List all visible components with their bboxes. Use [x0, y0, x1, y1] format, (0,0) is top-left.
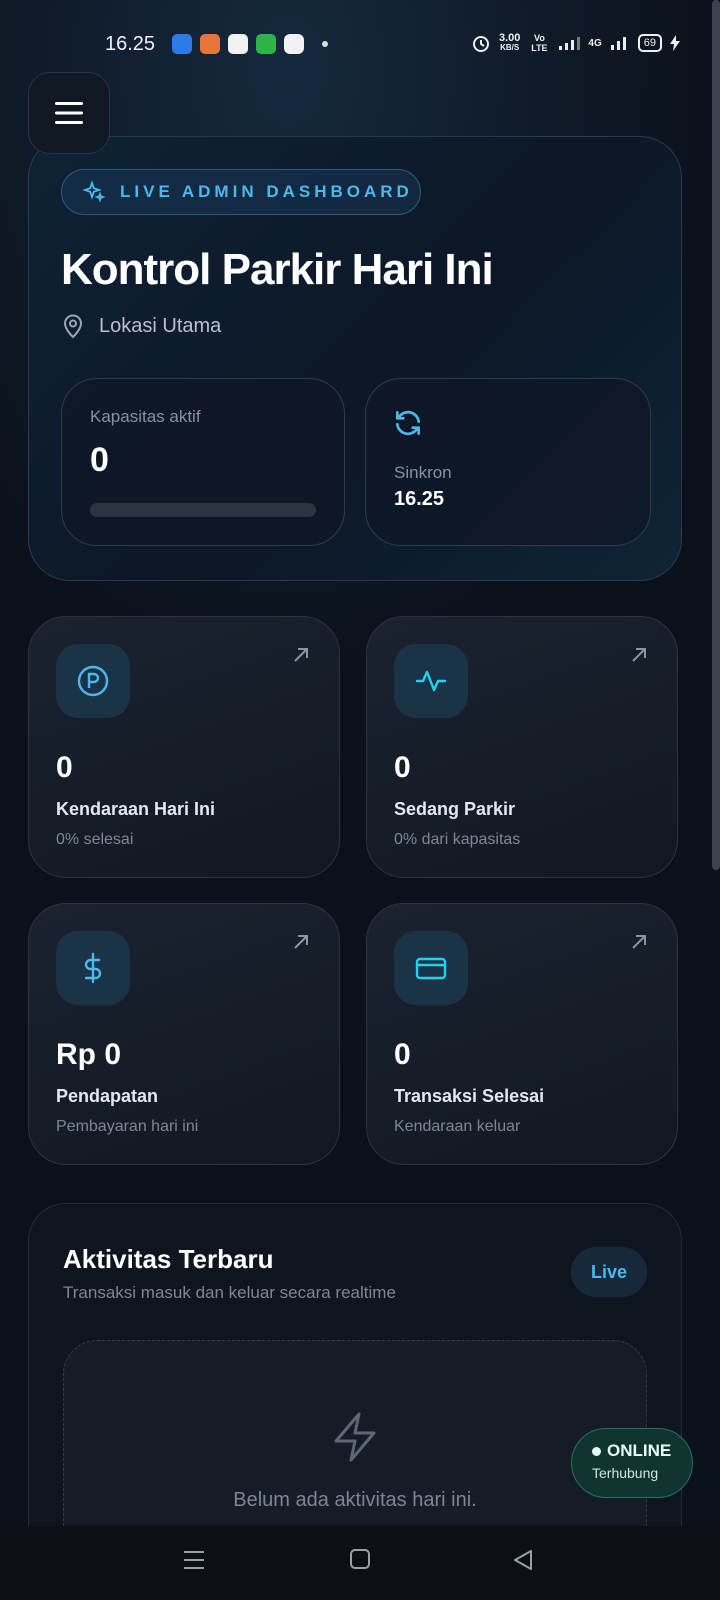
network-type: 4G — [588, 37, 602, 49]
live-badge[interactable]: Live — [571, 1247, 647, 1297]
location: Lokasi Utama — [61, 313, 221, 339]
arrow-up-right-icon — [294, 648, 308, 662]
network-speed: 3.00 KB/S — [498, 32, 521, 53]
alarm-icon — [472, 36, 489, 52]
arrow-up-right-icon — [632, 935, 646, 949]
connection-status: ONLINE — [592, 1441, 692, 1461]
stat-icon-box — [56, 644, 130, 718]
sync-time: 16.25 — [394, 488, 445, 510]
menu-button[interactable] — [28, 72, 110, 154]
battery-level: 69 — [637, 34, 662, 52]
location-pin-icon — [63, 314, 83, 339]
app-notification-icon — [172, 34, 192, 54]
empty-state-text: Belum ada aktivitas hari ini. — [233, 1489, 477, 1511]
charging-icon — [670, 35, 680, 51]
stat-label: Pendapatan — [56, 1086, 159, 1106]
stat-card-revenue[interactable]: Rp 0 Pendapatan Pembayaran hari ini — [28, 903, 340, 1165]
shop-notification-icon — [228, 34, 248, 54]
section-title: Aktivitas Terbaru — [63, 1244, 274, 1274]
capacity-value: 0 — [90, 441, 109, 479]
stat-subtext: Kendaraan keluar — [394, 1118, 521, 1135]
dollar-icon — [84, 952, 102, 984]
status-bar: 16.25 3.00 KB/S Vo LTE 4G 69 — [0, 0, 720, 90]
live-dashboard-badge: LIVE ADMIN DASHBOARD — [61, 169, 421, 215]
capacity-label: Kapasitas aktif — [90, 407, 201, 426]
stat-label: Transaksi Selesai — [394, 1086, 545, 1106]
section-subtitle: Transaksi masuk dan keluar secara realti… — [63, 1283, 396, 1302]
stat-icon-box — [394, 931, 468, 1005]
volte-indicator: Vo LTE — [531, 33, 548, 53]
stat-subtext: 0% selesai — [56, 831, 134, 848]
connection-status-badge[interactable]: ONLINE Terhubung — [571, 1428, 693, 1498]
stat-subtext: Pembayaran hari ini — [56, 1118, 199, 1135]
arrow-up-right-icon — [294, 935, 308, 949]
system-navigation-bar — [0, 1526, 720, 1600]
badge-label: LIVE ADMIN DASHBOARD — [120, 182, 413, 201]
notification-icons — [172, 34, 328, 54]
signal-icon — [559, 37, 581, 50]
status-time: 16.25 — [105, 33, 156, 55]
stat-subtext: 0% dari kapasitas — [394, 831, 521, 848]
stat-icon-box — [394, 644, 468, 718]
connection-detail: Terhubung — [592, 1465, 659, 1481]
stat-icon-box — [56, 931, 130, 1005]
stat-label: Sedang Parkir — [394, 799, 516, 819]
page-title: Kontrol Parkir Hari Ini — [61, 245, 494, 294]
signal-icon-2 — [610, 37, 626, 50]
capacity-card: Kapasitas aktif 0 — [61, 378, 345, 546]
shield-notification-icon — [256, 34, 276, 54]
online-dot — [592, 1446, 601, 1456]
stat-card-currently-parked[interactable]: 0 Sedang Parkir 0% dari kapasitas — [366, 616, 678, 878]
sync-label: Sinkron — [394, 463, 452, 482]
scrollbar[interactable] — [712, 0, 720, 870]
credit-card-icon — [415, 957, 447, 980]
refresh-icon — [396, 410, 420, 436]
stat-value: 0 — [394, 1038, 411, 1071]
hero-card: LIVE ADMIN DASHBOARD Kontrol Parkir Hari… — [28, 136, 682, 581]
stat-label: Kendaraan Hari Ini — [56, 799, 216, 819]
stat-card-completed-transactions[interactable]: 0 Transaksi Selesai Kendaraan keluar — [366, 903, 678, 1165]
more-notifications-dot — [322, 41, 328, 47]
back-icon[interactable] — [512, 1548, 534, 1572]
sync-card: Sinkron 16.25 — [365, 378, 651, 546]
stat-value: 0 — [56, 751, 73, 784]
parking-icon — [77, 665, 109, 697]
stat-value: 0 — [394, 751, 411, 784]
wallet-notification-icon — [284, 34, 304, 54]
stat-value: Rp 0 — [56, 1038, 122, 1071]
recent-apps-icon[interactable] — [182, 1548, 206, 1572]
stat-card-vehicles-today[interactable]: 0 Kendaraan Hari Ini 0% selesai — [28, 616, 340, 878]
location-label: Lokasi Utama — [99, 314, 222, 337]
lightning-icon — [334, 1412, 376, 1462]
arrow-up-right-icon — [632, 648, 646, 662]
activity-icon — [415, 670, 447, 692]
status-indicators: 3.00 KB/S Vo LTE 4G 69 — [471, 33, 680, 53]
sparkles-icon — [82, 180, 106, 203]
app-notification-icon — [200, 34, 220, 54]
home-icon[interactable] — [349, 1548, 371, 1570]
capacity-progress-bar — [90, 503, 316, 517]
hamburger-icon — [55, 102, 83, 124]
